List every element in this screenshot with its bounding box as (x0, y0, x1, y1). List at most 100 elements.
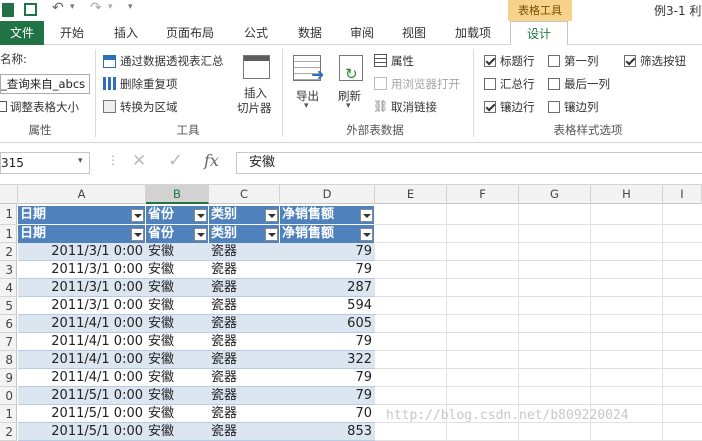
table-cell[interactable]: 安徽 (146, 333, 209, 351)
table-cell[interactable]: 瓷器 (209, 387, 280, 405)
column-header-g[interactable]: G (519, 185, 591, 204)
table-cell[interactable]: 79 (280, 369, 375, 387)
row-header[interactable]: 9 (0, 369, 17, 387)
first-column-checkbox[interactable] (548, 55, 560, 67)
table-cell[interactable]: 2011/5/1 0:00 (18, 405, 146, 423)
row-header[interactable]: 0 (0, 387, 17, 405)
table-cell[interactable]: 安徽 (146, 279, 209, 297)
resize-table-button[interactable]: 调整表格大小 (10, 99, 79, 115)
refresh-dropdown-icon[interactable]: ▾ (346, 101, 351, 111)
tab-file[interactable]: 文件 (0, 21, 44, 45)
tab-home[interactable]: 开始 (50, 21, 94, 45)
table-cell[interactable]: 79 (280, 387, 375, 405)
column-header-i[interactable]: I (663, 185, 702, 204)
filter-dropdown-button[interactable] (131, 209, 144, 222)
filter-dropdown-button[interactable] (194, 228, 207, 241)
formula-bar-grip-icon[interactable]: ⋮ (107, 153, 119, 167)
table-cell[interactable]: 瓷器 (209, 261, 280, 279)
table-cell[interactable]: 79 (280, 243, 375, 261)
table-header-cell[interactable]: 日期 (18, 225, 146, 243)
row-header[interactable]: 7 (0, 333, 17, 351)
column-header-c[interactable]: C (209, 185, 280, 204)
table-cell[interactable]: 瓷器 (209, 243, 280, 261)
table-cell[interactable]: 2011/4/1 0:00 (18, 333, 146, 351)
last-column-checkbox[interactable] (548, 78, 560, 90)
tab-design[interactable]: 设计 (510, 21, 568, 47)
tab-add-ins[interactable]: 加载项 (446, 21, 500, 45)
first-column-label[interactable]: 第一列 (564, 53, 599, 69)
row-header[interactable]: 8 (0, 351, 17, 369)
table-cell[interactable]: 瓷器 (209, 405, 280, 423)
table-header-cell[interactable]: 日期 (18, 206, 146, 224)
column-header-f[interactable]: F (447, 185, 519, 204)
insert-slicer-label-line2[interactable]: 切片器 (237, 100, 272, 116)
table-cell[interactable]: 安徽 (146, 261, 209, 279)
tab-insert[interactable]: 插入 (104, 21, 148, 45)
convert-to-range-button[interactable]: 转换为区域 (120, 99, 178, 115)
tab-formulas[interactable]: 公式 (234, 21, 278, 45)
export-dropdown-icon[interactable]: ▾ (304, 101, 309, 111)
table-cell[interactable]: 2011/5/1 0:00 (18, 387, 146, 405)
last-column-label[interactable]: 最后一列 (564, 76, 610, 92)
table-cell[interactable]: 瓷器 (209, 333, 280, 351)
column-header-h[interactable]: H (591, 185, 663, 204)
column-header-e[interactable]: E (375, 185, 447, 204)
table-cell[interactable]: 安徽 (146, 387, 209, 405)
row-header[interactable]: 1 (0, 225, 17, 243)
row-header[interactable]: 2 (0, 243, 17, 261)
cancel-icon[interactable]: ✕ (132, 151, 146, 171)
table-cell[interactable]: 安徽 (146, 243, 209, 261)
table-cell[interactable]: 70 (280, 405, 375, 423)
table-cell[interactable]: 853 (280, 423, 375, 441)
table-cell[interactable]: 瓷器 (209, 351, 280, 369)
formula-input[interactable]: 安徽 (236, 152, 702, 174)
table-cell[interactable]: 瓷器 (209, 423, 280, 441)
row-header[interactable]: 6 (0, 315, 17, 333)
enter-icon[interactable]: ✓ (168, 150, 183, 171)
table-cell[interactable]: 79 (280, 261, 375, 279)
header-row-checkbox[interactable] (484, 55, 496, 67)
table-cell[interactable]: 605 (280, 315, 375, 333)
filter-dropdown-button[interactable] (265, 209, 278, 222)
column-header-a[interactable]: A (18, 185, 146, 204)
redo-dropdown-icon[interactable]: ▾ (108, 2, 113, 12)
remove-duplicates-button[interactable]: 删除重复项 (120, 76, 178, 92)
banded-columns-checkbox[interactable] (548, 101, 560, 113)
undo-icon[interactable]: ↶ (52, 0, 64, 16)
table-cell[interactable]: 2011/4/1 0:00 (18, 369, 146, 387)
total-row-label[interactable]: 汇总行 (500, 76, 535, 92)
tab-review[interactable]: 审阅 (340, 21, 384, 45)
customize-qat-icon[interactable]: ▾ (128, 2, 133, 12)
save-icon[interactable] (24, 3, 37, 16)
name-box[interactable]: 315 (0, 152, 90, 174)
table-name-input[interactable]: _查询来自_abcs (0, 74, 90, 94)
total-row-checkbox[interactable] (484, 78, 496, 90)
row-header[interactable]: 3 (0, 261, 17, 279)
row-header[interactable]: 1 (0, 204, 17, 225)
tab-data[interactable]: 数据 (288, 21, 332, 45)
insert-function-icon[interactable]: fx (204, 151, 219, 170)
table-cell[interactable]: 322 (280, 351, 375, 369)
name-box-dropdown-icon[interactable]: ▾ (78, 156, 83, 166)
insert-slicer-label-line1[interactable]: 插入 (244, 85, 267, 101)
filter-button-label[interactable]: 筛选按钮 (640, 53, 686, 69)
table-cell[interactable]: 安徽 (146, 369, 209, 387)
table-cell[interactable]: 2011/3/1 0:00 (18, 279, 146, 297)
row-header[interactable]: 2 (0, 423, 17, 441)
table-cell[interactable]: 2011/3/1 0:00 (18, 297, 146, 315)
table-cell[interactable]: 2011/5/1 0:00 (18, 423, 146, 441)
table-cell[interactable]: 594 (280, 297, 375, 315)
row-header[interactable]: 1 (0, 405, 17, 423)
table-cell[interactable]: 瓷器 (209, 315, 280, 333)
tab-view[interactable]: 视图 (392, 21, 436, 45)
filter-dropdown-button[interactable] (360, 228, 373, 241)
table-cell[interactable]: 安徽 (146, 351, 209, 369)
row-header[interactable]: 4 (0, 279, 17, 297)
redo-icon[interactable]: ↷ (90, 0, 102, 16)
table-cell[interactable]: 瓷器 (209, 279, 280, 297)
table-cell[interactable]: 2011/3/1 0:00 (18, 243, 146, 261)
table-cell[interactable]: 安徽 (146, 315, 209, 333)
header-row-label[interactable]: 标题行 (500, 53, 535, 69)
table-cell[interactable]: 瓷器 (209, 297, 280, 315)
table-cell[interactable]: 瓷器 (209, 369, 280, 387)
